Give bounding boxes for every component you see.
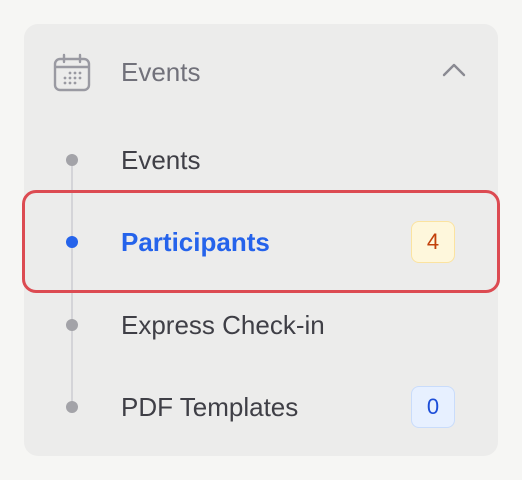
sidebar-item-label: Events bbox=[121, 145, 201, 175]
bullet-dot-icon bbox=[66, 319, 78, 331]
pdf-templates-count-badge: 0 bbox=[411, 386, 455, 428]
participants-count-badge: 4 bbox=[411, 221, 455, 263]
sidebar-item-express-check-in[interactable]: Express Check-in bbox=[42, 288, 480, 362]
sidebar-item-participants[interactable]: Participants 4 bbox=[42, 205, 480, 279]
chevron-up-icon[interactable] bbox=[441, 60, 467, 80]
sidebar-item-label: Express Check-in bbox=[121, 310, 325, 340]
events-group-header[interactable]: Events bbox=[24, 24, 498, 122]
bullet-dot-icon bbox=[66, 154, 78, 166]
bullet-dot-icon bbox=[66, 401, 78, 413]
sidebar-events-group: Events Events Participants 4 Express Che… bbox=[24, 24, 498, 456]
events-group-title: Events bbox=[121, 57, 201, 87]
sidebar-item-pdf-templates[interactable]: PDF Templates 0 bbox=[42, 370, 480, 444]
sidebar-item-events[interactable]: Events bbox=[42, 123, 480, 197]
bullet-dot-icon bbox=[66, 236, 78, 248]
calendar-icon bbox=[53, 53, 91, 92]
sidebar-item-label: PDF Templates bbox=[121, 392, 299, 422]
sidebar-item-label: Participants bbox=[121, 227, 270, 257]
